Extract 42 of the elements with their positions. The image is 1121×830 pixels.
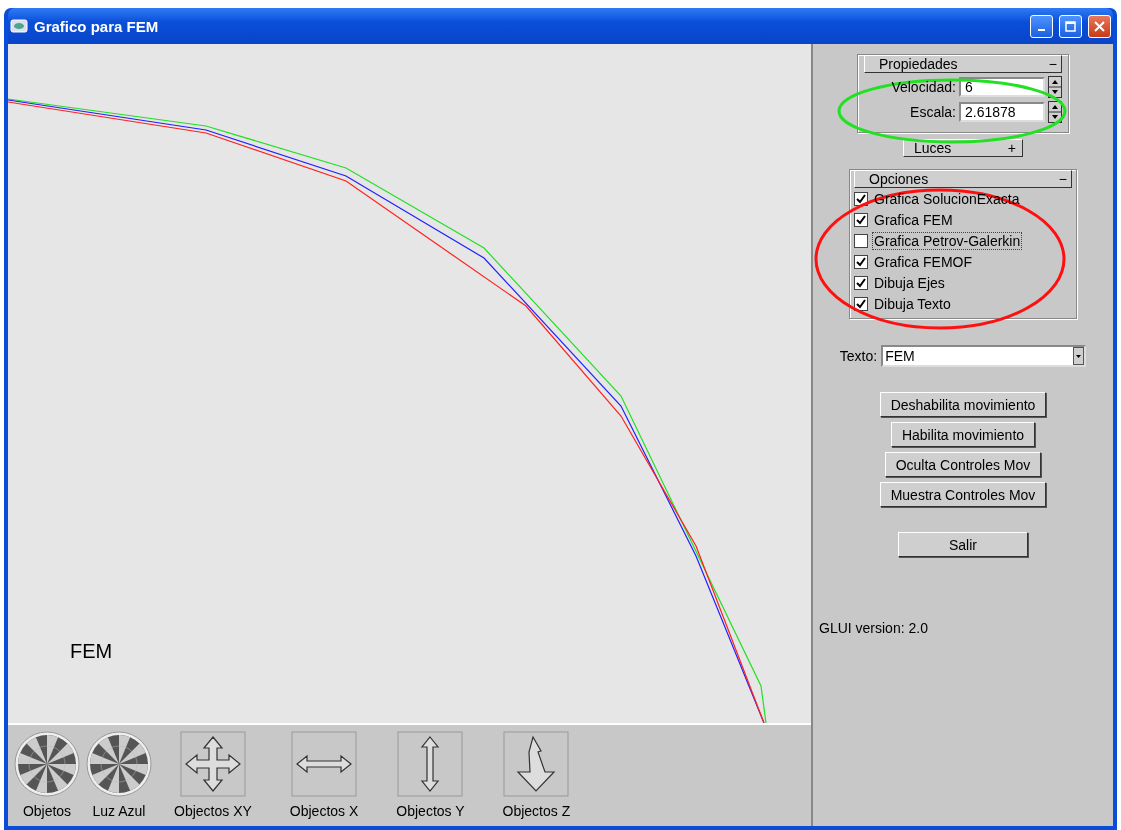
minimize-button[interactable] [1030,14,1053,38]
spinner-arrows-icon[interactable] [1048,76,1062,98]
minimize-icon [1038,29,1045,31]
tool-label: Luz Azul [92,803,146,819]
close-button[interactable] [1088,14,1111,38]
checkbox[interactable] [854,212,868,227]
checkbox-label: Grafica FEM [873,211,954,228]
checkbox[interactable] [854,275,868,290]
options-rollout[interactable]: Opciones − [854,170,1072,188]
tool-label: Objectos Z [502,803,571,819]
shaded-sphere-icon[interactable] [86,731,152,797]
checkbox[interactable] [854,233,868,248]
tool-label: Objectos Y [396,803,465,819]
properties-rollout[interactable]: Propiedades − [864,55,1062,73]
field-label: Escala: [910,104,956,120]
close-icon [1094,20,1105,32]
maximize-button[interactable] [1059,14,1082,38]
checkbox-label: Dibuja Texto [873,295,952,312]
checkbox[interactable] [854,296,868,311]
action-button[interactable]: Habilita movimiento [890,422,1036,447]
shaded-sphere-icon[interactable] [14,731,80,797]
version-text: GLUI version: 2.0 [819,620,928,636]
canvas-label: FEM [70,640,113,663]
checkbox-label: Grafica Petrov-Galerkin [873,232,1022,249]
exit-button[interactable]: Salir [898,532,1028,557]
action-button[interactable]: Oculta Controles Mov [884,452,1042,477]
checkbox[interactable] [854,254,868,269]
field-label: Texto: [839,348,878,364]
maximize-icon [1065,20,1076,32]
checkbox-label: Dibuja Ejes [873,274,946,291]
checkbox-label: Grafica FEMOF [873,253,973,270]
number-field[interactable]: 2.61878 [959,102,1045,122]
field-label: Velocidad: [891,79,956,95]
app-icon [10,19,28,33]
action-button[interactable]: Deshabilita movimiento [879,392,1047,417]
tool-label: Objetos [22,803,72,819]
window-title: Grafico para FEM [34,17,160,35]
tool-label: Objectos XY [174,803,252,819]
action-button[interactable]: Muestra Controles Mov [879,482,1047,507]
text-dropdown[interactable]: FEM [881,345,1087,367]
checkbox[interactable] [854,191,868,206]
tool-label: Objectos X [289,803,359,819]
